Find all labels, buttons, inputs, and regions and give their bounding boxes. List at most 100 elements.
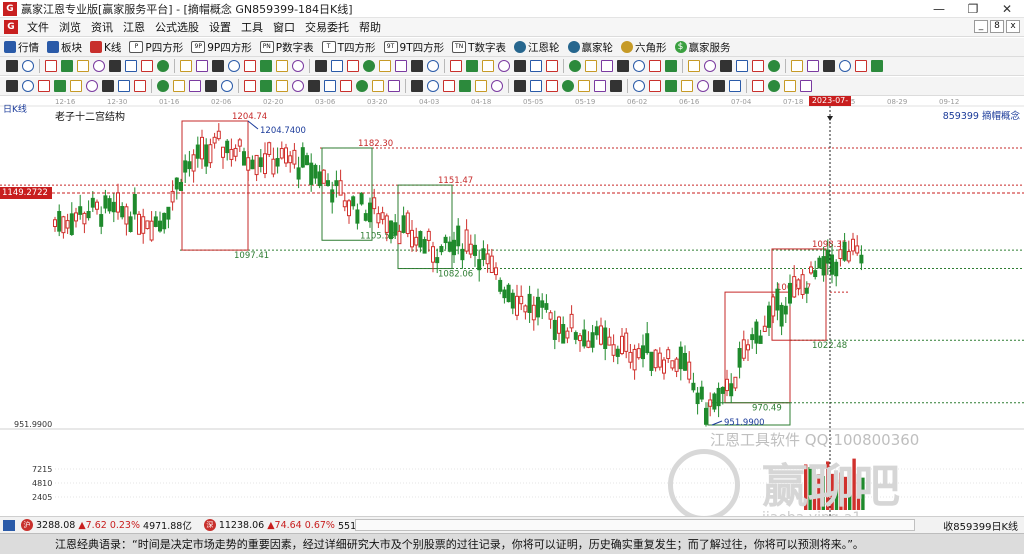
drawing-tool-25-icon[interactable] — [411, 60, 423, 72]
drawing-tool-15-icon[interactable] — [244, 60, 256, 72]
toolbar-p-square-button[interactable]: P P四方形 — [125, 40, 187, 55]
drawing-tool-40-icon[interactable] — [665, 60, 677, 72]
gann-tool-28-icon[interactable] — [459, 80, 471, 92]
gann-tool-14-icon[interactable] — [221, 80, 233, 92]
drawing-tool-10-icon[interactable] — [157, 60, 169, 72]
drawing-tool-33-icon[interactable] — [546, 60, 558, 72]
toolbar-p-table-button[interactable]: PN P数字表 — [256, 40, 318, 55]
gann-tool-36-icon[interactable] — [594, 80, 606, 92]
gann-tool-35-icon[interactable] — [578, 80, 590, 92]
gann-tool-47-icon[interactable] — [784, 80, 796, 92]
drawing-tool-31-icon[interactable] — [514, 60, 526, 72]
gann-tool-30-icon[interactable] — [491, 80, 503, 92]
mdi-close-button[interactable]: x — [1006, 20, 1020, 33]
gann-tool-12-icon[interactable] — [189, 80, 201, 92]
mdi-restore-button[interactable]: 8 — [990, 20, 1004, 33]
gann-tool-32-icon[interactable] — [530, 80, 542, 92]
gann-tool-42-icon[interactable] — [697, 80, 709, 92]
drawing-tool-44-icon[interactable] — [736, 60, 748, 72]
drawing-tool-48-icon[interactable] — [807, 60, 819, 72]
menu-browse[interactable]: 浏览 — [54, 19, 86, 35]
toolbar-hexagon-button[interactable]: 六角形 — [617, 40, 671, 55]
drawing-tool-20-icon[interactable] — [331, 60, 343, 72]
gann-tool-2-icon[interactable] — [22, 80, 34, 92]
gann-tool-25-icon[interactable] — [411, 80, 423, 92]
drawing-tool-37-icon[interactable] — [617, 60, 629, 72]
drawing-tool-23-icon[interactable] — [379, 60, 391, 72]
drawing-tool-7-icon[interactable] — [109, 60, 121, 72]
drawing-tool-41-icon[interactable] — [688, 60, 700, 72]
gann-tool-38-icon[interactable] — [633, 80, 645, 92]
gann-tool-10-icon[interactable] — [157, 80, 169, 92]
drawing-tool-24-icon[interactable] — [395, 60, 407, 72]
menu-info[interactable]: 资讯 — [86, 19, 118, 35]
toolbar-service-button[interactable]: $ 赢家服务 — [671, 40, 735, 55]
drawing-tool-9-icon[interactable] — [141, 60, 153, 72]
gann-tool-1-icon[interactable] — [6, 80, 18, 92]
toolbar-quotes-button[interactable]: 行情 — [0, 40, 43, 55]
drawing-tool-28-icon[interactable] — [466, 60, 478, 72]
drawing-tool-34-icon[interactable] — [569, 60, 581, 72]
drawing-tool-17-icon[interactable] — [276, 60, 288, 72]
drawing-tool-51-icon[interactable] — [855, 60, 867, 72]
gann-tool-23-icon[interactable] — [372, 80, 384, 92]
drawing-tool-45-icon[interactable] — [752, 60, 764, 72]
menu-window[interactable]: 窗口 — [268, 19, 300, 35]
mdi-minimize-button[interactable]: _ — [974, 20, 988, 33]
gann-tool-37-icon[interactable] — [610, 80, 622, 92]
gann-tool-18-icon[interactable] — [292, 80, 304, 92]
chart-area[interactable]: 12-16 12-30 01-16 02-06 02-20 03-06 03-20 04-03… — [0, 96, 1024, 516]
toolbar-winner-wheel-button[interactable]: 赢家轮 — [564, 40, 618, 55]
drawing-tool-16-icon[interactable] — [260, 60, 272, 72]
menu-formula[interactable]: 公式选股 — [150, 19, 204, 35]
menu-settings[interactable]: 设置 — [204, 19, 236, 35]
gann-tool-7-icon[interactable] — [102, 80, 114, 92]
drawing-tool-5-icon[interactable] — [77, 60, 89, 72]
drawing-tool-2-icon[interactable] — [22, 60, 34, 72]
gann-tool-31-icon[interactable] — [514, 80, 526, 92]
gann-tool-41-icon[interactable] — [681, 80, 693, 92]
drawing-tool-49-icon[interactable] — [823, 60, 835, 72]
gann-tool-11-icon[interactable] — [173, 80, 185, 92]
toolbar-kline-button[interactable]: K线 — [86, 40, 125, 55]
toolbar-gann-wheel-button[interactable]: 江恩轮 — [510, 40, 564, 55]
drawing-tool-4-icon[interactable] — [61, 60, 73, 72]
gann-tool-16-icon[interactable] — [260, 80, 272, 92]
gann-tool-9-icon[interactable] — [134, 80, 146, 92]
gann-tool-17-icon[interactable] — [276, 80, 288, 92]
drawing-tool-1-icon[interactable] — [6, 60, 18, 72]
drawing-tool-27-icon[interactable] — [450, 60, 462, 72]
gann-tool-5-icon[interactable] — [70, 80, 82, 92]
drawing-tool-3-icon[interactable] — [45, 60, 57, 72]
minimize-button[interactable]: — — [922, 0, 956, 18]
gann-tool-22-icon[interactable] — [356, 80, 368, 92]
toolbar-t-square-button[interactable]: T T四方形 — [318, 40, 380, 55]
drawing-tool-14-icon[interactable] — [228, 60, 240, 72]
drawing-tool-26-icon[interactable] — [427, 60, 439, 72]
drawing-tool-47-icon[interactable] — [791, 60, 803, 72]
gann-tool-33-icon[interactable] — [546, 80, 558, 92]
toolbar-blocks-button[interactable]: 板块 — [43, 40, 86, 55]
gann-tool-15-icon[interactable] — [244, 80, 256, 92]
gann-tool-39-icon[interactable] — [649, 80, 661, 92]
drawing-tool-35-icon[interactable] — [585, 60, 597, 72]
drawing-tool-50-icon[interactable] — [839, 60, 851, 72]
gann-tool-29-icon[interactable] — [475, 80, 487, 92]
drawing-tool-52-icon[interactable] — [871, 60, 883, 72]
index1-quote[interactable]: 沪 3288.08 ▲7.62 0.23% 4971.88亿 — [18, 518, 195, 532]
toolbar-9t-square-button[interactable]: 9T 9T四方形 — [380, 40, 449, 55]
gann-tool-34-icon[interactable] — [562, 80, 574, 92]
gann-tool-40-icon[interactable] — [665, 80, 677, 92]
gann-tool-4-icon[interactable] — [54, 80, 66, 92]
drawing-tool-46-icon[interactable] — [768, 60, 780, 72]
drawing-tool-19-icon[interactable] — [315, 60, 327, 72]
menu-gann[interactable]: 江恩 — [118, 19, 150, 35]
gann-tool-46-icon[interactable] — [768, 80, 780, 92]
gann-tool-6-icon[interactable] — [86, 80, 98, 92]
drawing-tool-8-icon[interactable] — [125, 60, 137, 72]
close-button[interactable]: ✕ — [990, 0, 1024, 18]
kline-chart[interactable]: 12-16 12-30 01-16 02-06 02-20 03-06 03-20 04-03… — [0, 96, 1024, 516]
drawing-tool-39-icon[interactable] — [649, 60, 661, 72]
menu-help[interactable]: 帮助 — [354, 19, 386, 35]
gann-tool-43-icon[interactable] — [713, 80, 725, 92]
